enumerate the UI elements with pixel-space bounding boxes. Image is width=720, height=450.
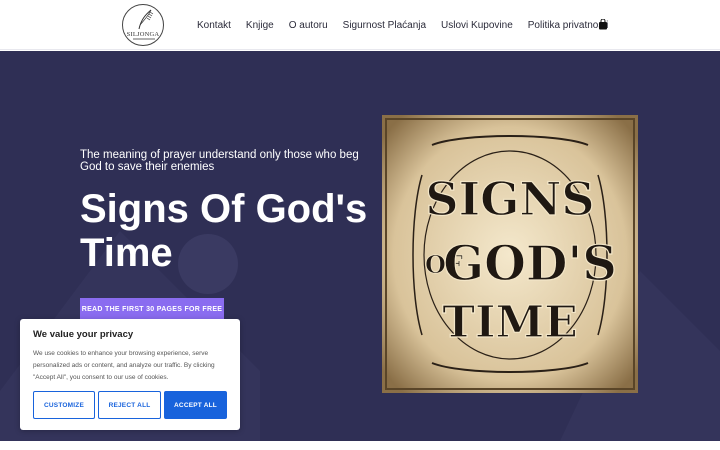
page-footer-strip xyxy=(0,441,720,450)
cover-line-2-right: GOD'S xyxy=(443,236,617,292)
customize-button[interactable]: CUSTOMIZE xyxy=(33,391,95,419)
logo-text: SILJONGA xyxy=(126,31,160,38)
cookie-consent-dialog: We value your privacy We use cookies to … xyxy=(20,319,240,430)
nav-kontakt[interactable]: Kontakt xyxy=(197,20,231,31)
cookie-description: We use cookies to enhance your browsing … xyxy=(33,350,215,381)
nav-knjige[interactable]: Knjige xyxy=(246,20,274,31)
nav-o-autoru[interactable]: O autoru xyxy=(289,20,328,31)
book-cover-image[interactable]: SIGNS OF GOD'S TIME xyxy=(382,115,638,393)
cover-line-1: SIGNS xyxy=(425,172,594,226)
shopping-bag-icon[interactable] xyxy=(598,19,608,30)
site-logo[interactable]: SILJONGA xyxy=(122,4,164,46)
main-nav: Kontakt Knjige O autoru Sigurnost Plaćan… xyxy=(197,0,623,50)
book-cover-art: SIGNS OF GOD'S TIME xyxy=(382,115,638,393)
accept-all-button[interactable]: ACCEPT ALL xyxy=(164,391,227,419)
nav-sigurnost-placanja[interactable]: Sigurnost Plaćanja xyxy=(343,20,426,31)
hero-title: Signs Of God's Time xyxy=(80,187,368,275)
cookie-title: We value your privacy xyxy=(33,329,134,340)
quill-icon xyxy=(133,9,155,40)
hero-tagline: The meaning of prayer understand only th… xyxy=(80,149,359,173)
cover-line-3: TIME xyxy=(442,297,578,348)
site-header: SILJONGA Kontakt Knjige O autoru Sigurno… xyxy=(0,0,720,50)
nav-politika-privatnosti[interactable]: Politika privatnosti xyxy=(528,20,609,31)
reject-all-button[interactable]: REJECT ALL xyxy=(98,391,161,419)
read-free-pages-button[interactable]: READ THE FIRST 30 PAGES FOR FREE xyxy=(80,298,224,320)
nav-uslovi-kupovine[interactable]: Uslovi Kupovine xyxy=(441,20,513,31)
